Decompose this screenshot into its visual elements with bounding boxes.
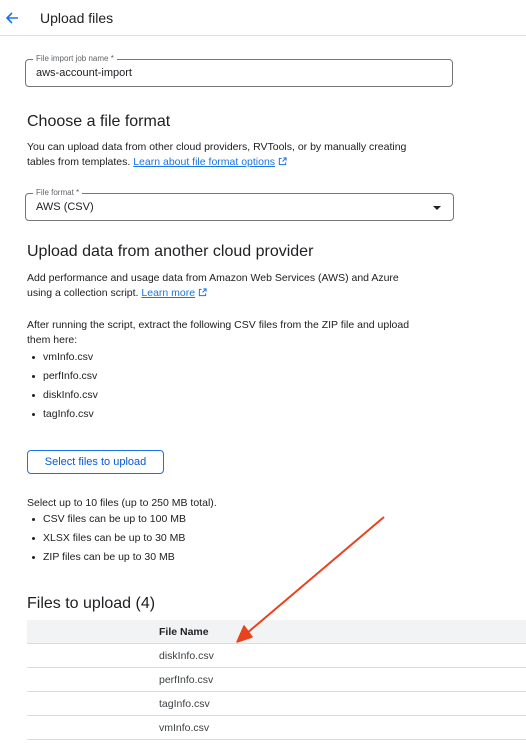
table-row[interactable]: perfInfo.csv [27,668,526,692]
file-format-value: AWS (CSV) [36,201,94,213]
cloud-description: Add performance and usage data from Amaz… [27,271,497,301]
column-header-file-name[interactable]: File Name [159,626,209,638]
page-title: Upload files [40,10,114,26]
cloud-description-line2-wrap: using a collection script. Learn more [27,286,497,301]
file-format-label: File format * [33,188,83,198]
job-name-label: File import job name * [33,54,117,64]
upload-limits-intro: Select up to 10 files (up to 250 MB tota… [27,497,217,509]
file-name-cell: vmInfo.csv [159,722,210,734]
external-link-icon [198,288,207,297]
extract-instructions-line1: After running the script, extract the fo… [27,319,410,331]
table-header: File Name [27,620,526,644]
cloud-description-line1: Add performance and usage data from Amaz… [27,272,399,284]
format-description-line2-wrap: tables from templates. Learn about file … [27,155,497,170]
file-name-cell: diskInfo.csv [159,650,214,662]
format-description: You can upload data from other cloud pro… [27,140,497,170]
file-name-cell: perfInfo.csv [159,674,214,686]
format-heading: Choose a file format [27,113,171,130]
select-files-button[interactable]: Select files to upload [27,450,164,474]
list-item: XLSX files can be up to 30 MB [27,529,186,548]
list-item: diskInfo.csv [27,386,98,405]
upload-files-page: Upload files File import job name * aws-… [0,0,526,750]
required-files-list: vmInfo.csv perfInfo.csv diskInfo.csv tag… [27,348,98,424]
learn-more-link[interactable]: Learn more [141,287,195,299]
cloud-heading: Upload data from another cloud provider [27,243,314,260]
file-format-select[interactable]: File format * AWS (CSV) [25,188,454,221]
table-row[interactable]: diskInfo.csv [27,644,526,668]
file-name-cell: tagInfo.csv [159,698,210,710]
job-name-field[interactable]: File import job name * aws-account-impor… [25,54,453,87]
extract-instructions-line2: them here: [27,334,78,346]
list-item: ZIP files can be up to 30 MB [27,548,186,567]
files-table: File Name diskInfo.csv perfInfo.csv tagI… [27,620,526,740]
back-button[interactable] [2,8,22,28]
caret-down-icon [433,206,441,210]
list-item: tagInfo.csv [27,405,98,424]
list-item: perfInfo.csv [27,367,98,386]
cloud-description-line2: using a collection script. [27,287,139,299]
list-item: CSV files can be up to 100 MB [27,510,186,529]
external-link-icon [278,157,287,166]
page-header: Upload files [0,0,526,36]
file-format-options-link[interactable]: Learn about file format options [133,156,275,168]
files-to-upload-heading: Files to upload (4) [27,595,156,612]
job-name-value: aws-account-import [36,67,132,79]
list-item: vmInfo.csv [27,348,98,367]
format-description-line1: You can upload data from other cloud pro… [27,141,407,153]
table-row[interactable]: vmInfo.csv [27,716,526,740]
extract-instructions: After running the script, extract the fo… [27,318,507,348]
table-row[interactable]: tagInfo.csv [27,692,526,716]
arrow-left-icon [5,12,18,24]
upload-limits-list: CSV files can be up to 100 MB XLSX files… [27,510,186,567]
format-description-line2: tables from templates. [27,156,131,168]
